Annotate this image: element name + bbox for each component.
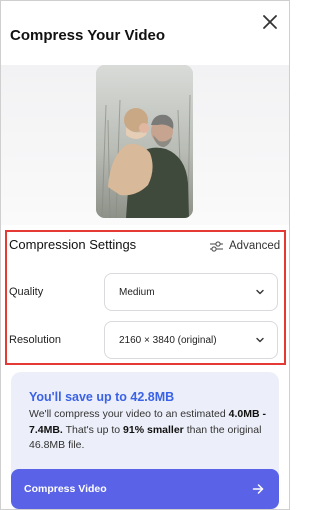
compress-video-button[interactable]: Compress Video [11, 469, 279, 509]
advanced-label: Advanced [229, 240, 281, 252]
settings-title: Compression Settings [9, 237, 137, 252]
compress-dialog: Compress Your Video Compression Settings… [0, 0, 290, 510]
thumbnail-image [96, 65, 193, 218]
sliders-icon [210, 240, 223, 252]
savings-title: You'll save up to 42.8MB [29, 390, 175, 404]
quality-label: Quality [9, 286, 44, 298]
advanced-button[interactable]: Advanced [210, 238, 280, 254]
resolution-label: Resolution [9, 334, 61, 346]
savings-text-1: We'll compress your video to an estimate… [29, 408, 226, 420]
arrow-right-icon [252, 484, 264, 494]
quality-value: Medium [119, 286, 155, 298]
savings-text-2: That's up to [65, 423, 121, 436]
video-thumbnail [96, 65, 193, 218]
resolution-value: 2160 × 3840 (original) [119, 334, 217, 346]
close-icon[interactable] [261, 13, 279, 31]
savings-percent: 91% smaller [123, 423, 184, 436]
chevron-down-icon [256, 337, 264, 343]
compress-video-label: Compress Video [24, 483, 107, 495]
dialog-title: Compress Your Video [10, 27, 166, 44]
savings-description: We'll compress your video to an estimate… [29, 407, 274, 454]
resolution-select[interactable]: 2160 × 3840 (original) [104, 321, 278, 359]
chevron-down-icon [256, 289, 264, 295]
dialog-header: Compress Your Video [1, 1, 289, 65]
quality-select[interactable]: Medium [104, 273, 278, 311]
